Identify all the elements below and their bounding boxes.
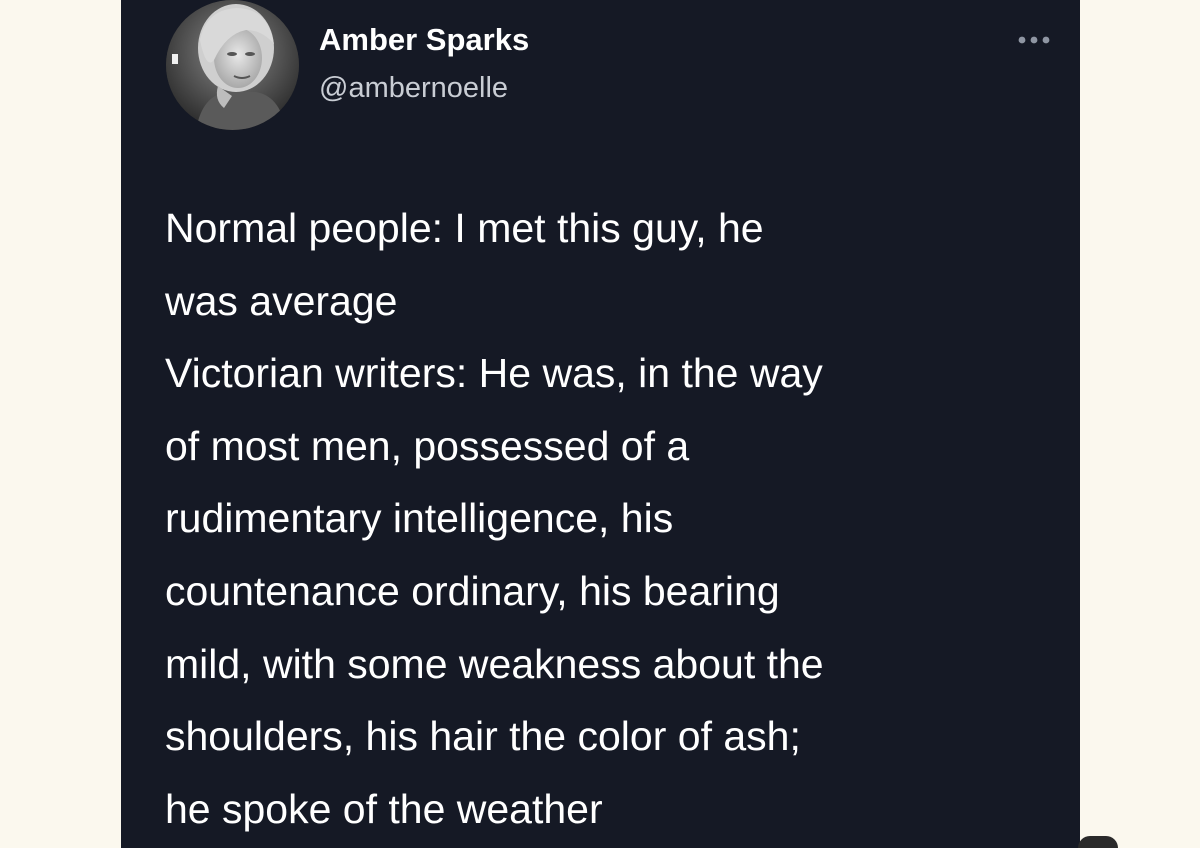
- more-horizontal-icon[interactable]: [1014, 26, 1054, 50]
- tweet-card: Amber Sparks @ambernoelle Normal people:…: [121, 0, 1080, 848]
- profile-photo-icon: [166, 0, 299, 130]
- tweet-text-line: Victorian writers: He was, in the way: [165, 350, 823, 397]
- tweet-text-line: countenance ordinary, his bearing: [165, 567, 780, 614]
- tweet-text-line: rudimentary intelligence, his: [165, 495, 674, 542]
- avatar[interactable]: [166, 0, 299, 130]
- tweet-text-line: mild, with some weakness about the: [165, 640, 824, 687]
- tweet-text-line: Normal people: I met this guy, he: [165, 205, 764, 251]
- tweet-text: Normal people: I met this guy, he was av…: [165, 192, 1070, 845]
- author-handle[interactable]: @ambernoelle: [319, 70, 508, 106]
- tweet-text-line: of most men, possessed of a: [165, 422, 690, 469]
- corner-decoration: [1078, 836, 1118, 848]
- author-display-name[interactable]: Amber Sparks: [319, 22, 529, 58]
- page: Amber Sparks @ambernoelle Normal people:…: [0, 0, 1200, 848]
- tweet-text-line: shoulders, his hair the color of ash;: [165, 713, 801, 760]
- tweet-text-line: he spoke of the weather: [165, 785, 603, 832]
- tweet-text-line: was average: [165, 277, 398, 324]
